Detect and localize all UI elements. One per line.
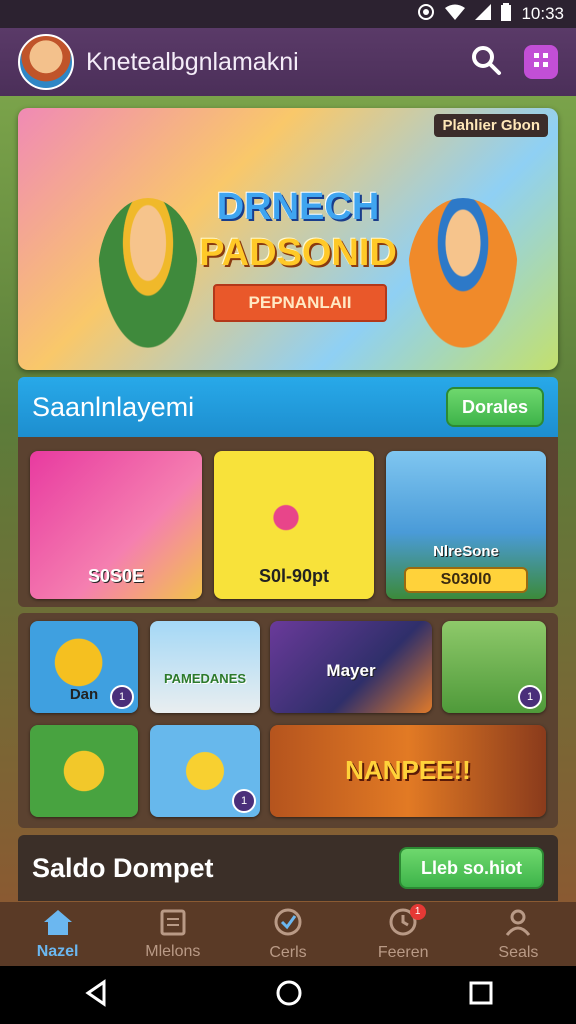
avatar[interactable] (18, 34, 74, 90)
search-icon (470, 44, 502, 81)
user-icon (503, 907, 533, 942)
game-tile[interactable]: PAMEDANES (150, 621, 260, 713)
wallet-title: Saldo Dompet (32, 852, 214, 883)
hero-title-line1: DRNECH (216, 186, 380, 228)
section-header: Saanlnlayemi Dorales (18, 377, 558, 437)
wifi-icon (445, 4, 466, 25)
hero-character-left (98, 198, 198, 348)
check-shield-icon (273, 907, 303, 942)
game-tile-label: NANPEE!! (345, 755, 471, 785)
game-tile[interactable]: Dan 1 (30, 621, 138, 713)
section-action-button[interactable]: Dorales (445, 387, 544, 427)
status-time: 10:33 (521, 4, 564, 23)
home-icon (42, 908, 74, 941)
game-tile-badge: 1 (232, 789, 256, 813)
sync-icon (417, 3, 435, 26)
nav-item-label: Mlelons (145, 942, 201, 960)
notification-badge: 1 (409, 904, 426, 920)
game-tile-price-pill[interactable]: S030l0 (404, 567, 528, 593)
grid-menu-icon (532, 51, 550, 74)
nav-item-label: Cerls (269, 943, 307, 961)
game-tile-badge: 1 (518, 685, 542, 709)
menu-button[interactable] (524, 45, 558, 79)
featured-panel: S0S0E S0l-90pt NlreSone S030l0 (18, 437, 558, 607)
hero-tag: Plahlier Gbon (434, 114, 548, 137)
wallet-section: Saldo Dompet Lleb so.hiot (18, 835, 558, 901)
home-circle-icon[interactable] (275, 979, 303, 1012)
nav-item-label: Seals (498, 943, 539, 961)
game-tile[interactable]: S0l-90pt (214, 451, 374, 599)
game-tile-label: Mayer (326, 661, 376, 680)
game-tile[interactable]: S0S0E (30, 451, 202, 599)
app-title: Knetealbgnlamakni (86, 47, 299, 76)
nav-item-history[interactable]: 1 Feeren (346, 902, 461, 966)
hero-banner[interactable]: Plahlier Gbon DRNECH PADSONID PEPNANLAII (18, 108, 558, 370)
app-header: Knetealbgnlamakni (0, 28, 576, 96)
wallet-action-button[interactable]: Lleb so.hiot (399, 847, 544, 889)
hero-character-right (408, 198, 518, 348)
game-tile[interactable]: NANPEE!! (270, 725, 546, 817)
nav-item-cards[interactable]: Cerls (230, 902, 345, 966)
game-tile-label: S0l-90pt (258, 566, 330, 586)
game-tile-label: NlreSone (433, 543, 499, 560)
nav-item-label: Nazel (36, 942, 79, 960)
nav-item-profile[interactable]: Seals (461, 902, 576, 966)
nav-item-missions[interactable]: Mlelons (115, 902, 230, 966)
hero-title-line2: PADSONID (199, 232, 397, 274)
section-title: Saanlnlayemi (32, 391, 195, 422)
game-tile-badge: 1 (110, 685, 134, 709)
nav-item-home[interactable]: Nazel (0, 902, 115, 966)
system-navigation-bar (0, 966, 576, 1024)
bottom-navigation: Nazel Mlelons Cerls 1 Feeren Seals (0, 902, 576, 966)
game-tile[interactable]: 1 (150, 725, 260, 817)
game-tile-label: S0S0E (87, 566, 145, 586)
status-bar: 10:33 (0, 0, 576, 28)
search-button[interactable] (466, 42, 506, 82)
battery-icon (501, 2, 512, 26)
games-grid-panel: Dan 1 PAMEDANES Mayer 1 1 NANPEE!! (18, 613, 558, 828)
game-tile[interactable]: Mayer (270, 621, 432, 713)
document-icon (159, 908, 187, 941)
signal-icon (475, 3, 492, 25)
back-icon[interactable] (82, 978, 110, 1012)
game-tile[interactable]: 1 (442, 621, 546, 713)
hero-ribbon: PEPNANLAII (213, 284, 387, 322)
nav-item-label: Feeren (377, 943, 429, 961)
game-tile[interactable] (30, 725, 138, 817)
game-tile[interactable]: NlreSone S030l0 (386, 451, 546, 599)
game-tile-label: PAMEDANES (163, 671, 247, 686)
recents-icon[interactable] (468, 980, 494, 1011)
